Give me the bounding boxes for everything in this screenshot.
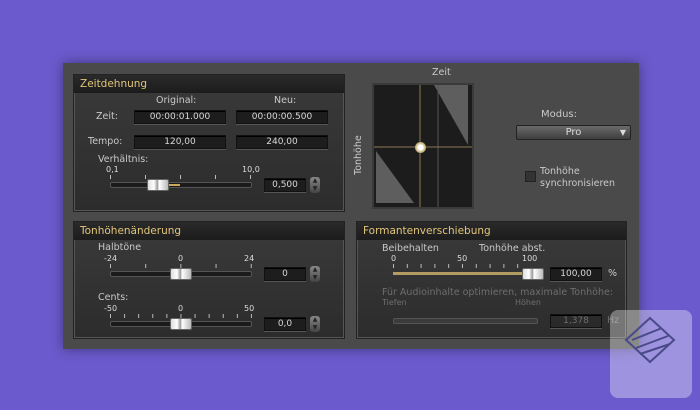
low-label: Tiefen bbox=[382, 298, 407, 307]
keep-label: Beibehalten bbox=[382, 243, 439, 254]
sync-label: Tonhöhe synchronisieren bbox=[540, 166, 616, 189]
ratio-slider-thumb[interactable] bbox=[147, 179, 169, 191]
semitones-value-field[interactable]: 0 bbox=[264, 267, 306, 281]
panel-tonhoehe: Tonhöhenänderung Halbtöne -24 0 24 0 ▲ ▼ … bbox=[73, 221, 345, 339]
ratio-spinner[interactable]: ▲ ▼ bbox=[310, 177, 320, 193]
modus-dropdown[interactable]: Pro ▼ bbox=[516, 125, 631, 140]
zeit-neu-field[interactable]: 00:00:00.500 bbox=[236, 110, 328, 124]
formant-ticks bbox=[393, 264, 531, 268]
original-label: Original: bbox=[156, 95, 197, 106]
cents-spinner[interactable]: ▲ ▼ bbox=[310, 316, 320, 332]
panel-title: Formantenverschiebung bbox=[357, 222, 626, 240]
semitones-spinner[interactable]: ▲ ▼ bbox=[310, 266, 320, 282]
ratio-value-field[interactable]: 0,500 bbox=[264, 178, 306, 192]
time-pitch-pad[interactable] bbox=[372, 83, 474, 209]
watermark-logo bbox=[610, 310, 692, 398]
zeit-label: Zeit: bbox=[96, 111, 118, 122]
tempo-neu-field[interactable]: 240,00 bbox=[236, 135, 328, 149]
semi-max-tick: 24 bbox=[244, 254, 255, 263]
optimize-label: Für Audioinhalte optimieren, maximale To… bbox=[382, 287, 614, 298]
formant-value-field[interactable]: 100,00 bbox=[550, 267, 602, 281]
panel-title: Zeitdehnung bbox=[74, 75, 344, 93]
cents-value-field[interactable]: 0,0 bbox=[264, 317, 306, 331]
high-label: Höhen bbox=[515, 298, 541, 307]
neu-label: Neu: bbox=[274, 95, 297, 106]
ratio-max-tick: 10,0 bbox=[242, 165, 260, 174]
ratio-slider-track[interactable] bbox=[110, 182, 252, 188]
cents-mid-tick: 0 bbox=[178, 304, 184, 313]
semi-mid-tick: 0 bbox=[178, 254, 184, 263]
formant-slider-thumb[interactable] bbox=[522, 268, 544, 280]
formant-mid-tick: 50 bbox=[457, 254, 468, 263]
watermark-icon bbox=[624, 316, 676, 364]
pad-y-label: Tonhöhe bbox=[353, 135, 364, 175]
cents-label: Cents: bbox=[98, 292, 129, 303]
sync-checkbox[interactable] bbox=[525, 171, 536, 182]
ratio-min-tick: 0,1 bbox=[106, 165, 119, 174]
ratio-ticks bbox=[110, 175, 252, 179]
semi-min-tick: -24 bbox=[104, 254, 118, 263]
panel-zeitdehnung: Zeitdehnung Original: Neu: Zeit: 00:00:0… bbox=[73, 74, 345, 212]
zeit-original-field[interactable]: 00:00:01.000 bbox=[134, 110, 226, 124]
modus-label: Modus: bbox=[541, 109, 578, 120]
freq-slider-track[interactable] bbox=[393, 318, 538, 324]
freq-value-field[interactable]: 1,378 bbox=[550, 314, 602, 328]
semitones-label: Halbtöne bbox=[98, 242, 142, 253]
formant-min-tick: 0 bbox=[391, 254, 397, 263]
pitch-label: Tonhöhe abst. bbox=[479, 243, 546, 254]
pad-handle[interactable] bbox=[415, 142, 426, 153]
percent-unit: % bbox=[608, 268, 618, 279]
cents-min-tick: -50 bbox=[104, 304, 118, 313]
panel-title: Tonhöhenänderung bbox=[74, 222, 344, 240]
pad-x-label: Zeit bbox=[432, 67, 451, 78]
semitones-slider-thumb[interactable] bbox=[170, 268, 192, 280]
tempo-label: Tempo: bbox=[88, 136, 123, 147]
chevron-down-icon: ▼ bbox=[619, 128, 626, 137]
formant-slider-fill[interactable] bbox=[393, 272, 527, 275]
panel-formanten: Formantenverschiebung Beibehalten Tonhöh… bbox=[356, 221, 627, 339]
cents-slider-thumb[interactable] bbox=[170, 318, 192, 330]
formant-max-tick: 100 bbox=[522, 254, 538, 263]
ratio-label: Verhältnis: bbox=[98, 154, 149, 165]
time-pitch-dialog: Zeitdehnung Original: Neu: Zeit: 00:00:0… bbox=[63, 63, 639, 349]
modus-value: Pro bbox=[565, 127, 582, 138]
cents-max-tick: 50 bbox=[244, 304, 255, 313]
tempo-original-field[interactable]: 120,00 bbox=[134, 135, 226, 149]
